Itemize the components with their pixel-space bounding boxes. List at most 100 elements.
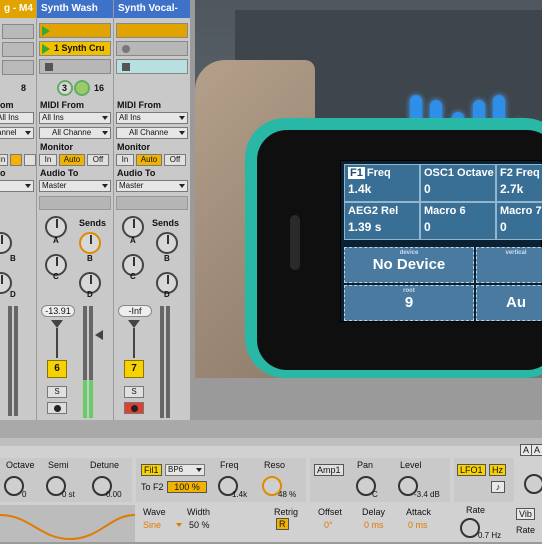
- midi-channel-value: All Channe: [52, 128, 92, 137]
- monitor-auto-label: Auto: [140, 155, 158, 164]
- vib-button[interactable]: Vib: [516, 508, 535, 520]
- clip-slot[interactable]: [39, 59, 111, 74]
- retrig-button[interactable]: R: [276, 518, 289, 530]
- param-value: 0: [424, 182, 431, 196]
- clip-slot[interactable]: [2, 24, 34, 39]
- send-knob-b[interactable]: [79, 232, 101, 254]
- param-cell[interactable]: Macro 7 0: [496, 202, 542, 240]
- stop-icon[interactable]: [122, 63, 130, 71]
- output-select[interactable]: [0, 180, 34, 192]
- clip-slot[interactable]: [2, 42, 34, 57]
- wave-value[interactable]: Sine: [143, 520, 161, 530]
- lfo-toggle[interactable]: LFO1: [457, 464, 486, 476]
- filter-type-select[interactable]: BP6: [165, 464, 205, 476]
- attack-value[interactable]: 0 ms: [408, 520, 428, 530]
- audio-to-fragment: o: [0, 168, 6, 178]
- monitor-auto-label: Auto: [63, 155, 81, 164]
- midi-channel-select[interactable]: All Channe: [116, 127, 188, 139]
- track-header[interactable]: Synth Wash: [37, 0, 113, 18]
- midi-channel-select[interactable]: All Channe: [39, 127, 111, 139]
- rate-knob[interactable]: [460, 518, 480, 538]
- audio-to-select[interactable]: Master: [116, 180, 188, 192]
- fader-track[interactable]: [56, 328, 58, 358]
- clip-slot[interactable]: [116, 59, 188, 74]
- channel-select[interactable]: annel: [0, 127, 34, 139]
- sync-icon[interactable]: ♪: [491, 481, 505, 493]
- arm-button[interactable]: [47, 402, 67, 414]
- stop-icon[interactable]: [45, 63, 53, 71]
- volume-field[interactable]: -13.91: [41, 305, 75, 317]
- param-name: F2 Freq: [500, 167, 540, 179]
- amp-toggle[interactable]: Amp1: [314, 464, 344, 476]
- play-icon[interactable]: [42, 26, 50, 36]
- right-knob[interactable]: [524, 474, 542, 494]
- octave-knob[interactable]: [4, 476, 24, 496]
- midi-from-select[interactable]: All Ins: [39, 112, 111, 124]
- monitor-in[interactable]: In: [0, 154, 8, 166]
- right-button[interactable]: Au: [476, 285, 542, 321]
- solo-button[interactable]: S: [124, 386, 144, 398]
- pan-knob[interactable]: [74, 80, 90, 96]
- width-value[interactable]: 50 %: [189, 520, 210, 530]
- param-name: Macro 7: [500, 205, 542, 217]
- record-slot-icon[interactable]: [122, 45, 130, 53]
- input-select[interactable]: All Ins: [0, 112, 34, 124]
- midi-from-select[interactable]: All Ins: [116, 112, 188, 124]
- track-column-3: Synth Vocal- MIDI From All Ins All Chann…: [114, 0, 190, 440]
- monitor-auto[interactable]: Auto: [136, 154, 162, 166]
- clip-slot-playing[interactable]: 1 Synth Cru: [39, 41, 111, 56]
- midi-from-label: MIDI From: [117, 100, 161, 110]
- clip-slot[interactable]: [2, 60, 34, 75]
- track-header[interactable]: Synth Vocal-: [114, 0, 190, 18]
- track-number: 3: [62, 83, 68, 93]
- play-icon[interactable]: [42, 44, 50, 54]
- volume-field[interactable]: -Inf: [118, 305, 152, 317]
- monitor-auto[interactable]: [10, 154, 22, 166]
- wave-dropdown-icon[interactable]: [176, 523, 182, 527]
- to-f2-amount[interactable]: 100 %: [167, 481, 207, 493]
- param-cell[interactable]: Macro 6 0: [420, 202, 496, 240]
- send-knob-a[interactable]: [0, 232, 12, 254]
- device-label: No Device: [372, 256, 446, 273]
- param-cell[interactable]: F1 Freq 1.4k: [344, 164, 420, 202]
- track-activator[interactable]: 7: [124, 360, 144, 378]
- clip-slot[interactable]: [116, 41, 188, 56]
- track-activator[interactable]: 6: [47, 360, 67, 378]
- send-knob-a[interactable]: [122, 216, 144, 238]
- offset-value[interactable]: 0°: [324, 520, 333, 530]
- clip-slot[interactable]: [116, 23, 188, 38]
- monitor-off[interactable]: [24, 154, 36, 166]
- device-button[interactable]: device No Device: [344, 247, 474, 283]
- monitor-in[interactable]: In: [116, 154, 134, 166]
- monitor-auto[interactable]: Auto: [59, 154, 85, 166]
- delay-value[interactable]: 0 ms: [364, 520, 384, 530]
- solo-button[interactable]: S: [47, 386, 67, 398]
- audio-to-select[interactable]: Master: [39, 180, 111, 192]
- monitor-off[interactable]: Off: [164, 154, 186, 166]
- level-value: -3.4 dB: [414, 490, 440, 499]
- monitor-in[interactable]: In: [39, 154, 57, 166]
- param-cell[interactable]: F2 Freq 2.7k: [496, 164, 542, 202]
- root-button[interactable]: root 9: [344, 285, 474, 321]
- send-knob-b[interactable]: [156, 232, 178, 254]
- hz-toggle[interactable]: Hz: [489, 464, 506, 476]
- arm-button[interactable]: [124, 402, 144, 414]
- vertical-button[interactable]: vertical: [476, 247, 542, 283]
- freq-label: Freq: [220, 460, 239, 470]
- right-rate-label: Rate: [516, 525, 536, 535]
- fader-arrow-icon[interactable]: [95, 330, 103, 340]
- fader-handle-icon[interactable]: [51, 320, 63, 328]
- monitor-off[interactable]: Off: [87, 154, 109, 166]
- track-header[interactable]: g - M4: [0, 0, 36, 18]
- filter-toggle[interactable]: Fil1: [141, 464, 162, 476]
- fader-track[interactable]: [133, 328, 135, 358]
- send-letter-a: A: [130, 236, 136, 245]
- clip-slot-playing[interactable]: [39, 23, 111, 38]
- param-cell[interactable]: OSC1 Octave 0: [420, 164, 496, 202]
- send-knob-a[interactable]: [45, 216, 67, 238]
- pan-label: Pan: [357, 460, 374, 470]
- right-a-tab[interactable]: A: [531, 444, 542, 456]
- detune-value: 0.00: [106, 490, 122, 499]
- fader-handle-icon[interactable]: [128, 320, 140, 328]
- param-cell[interactable]: AEG2 Rel 1.39 s: [344, 202, 420, 240]
